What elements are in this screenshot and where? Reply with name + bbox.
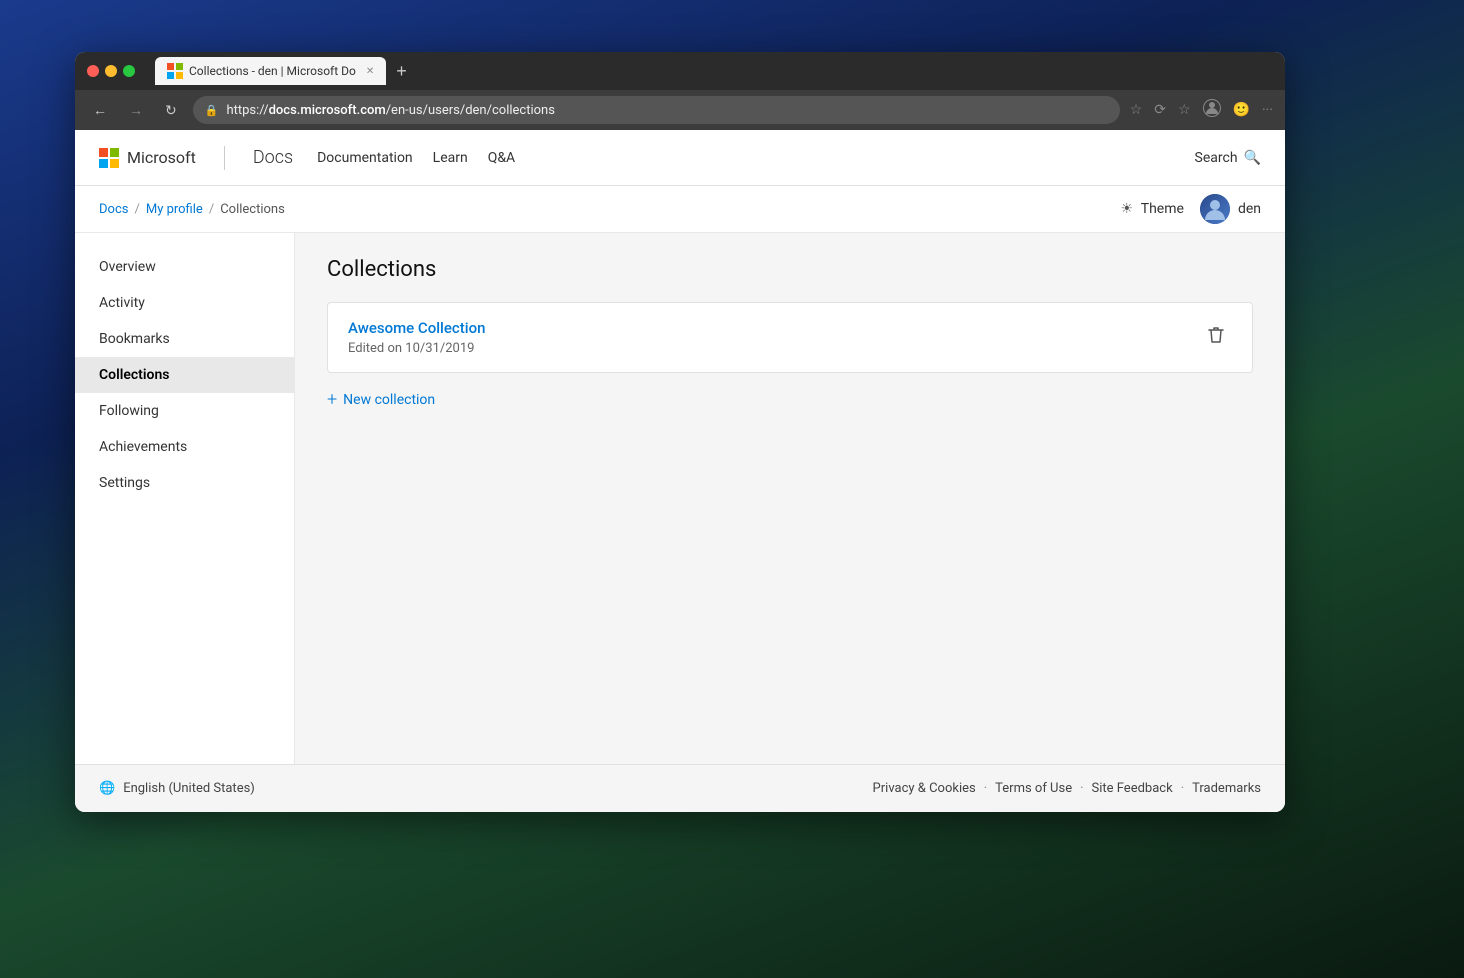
search-label: Search (1195, 150, 1238, 166)
nav-qa[interactable]: Q&A (488, 150, 515, 166)
user-section[interactable]: den (1200, 194, 1261, 224)
nav-divider (224, 146, 225, 170)
sidebar-item-overview[interactable]: Overview (75, 249, 294, 285)
footer-privacy[interactable]: Privacy & Cookies (873, 781, 976, 796)
breadcrumb-docs[interactable]: Docs (99, 202, 128, 217)
user-avatar (1200, 194, 1230, 224)
profile-icon[interactable] (1203, 99, 1221, 121)
top-nav: Microsoft Docs Documentation Learn Q&A S… (75, 130, 1285, 186)
ms-squares-icon (99, 148, 119, 168)
footer-locale: 🌐 English (United States) (99, 781, 255, 796)
sidebar-item-collections[interactable]: Collections (75, 357, 294, 393)
reload-button[interactable]: ↻ (159, 98, 183, 123)
search-button[interactable]: Search 🔍 (1195, 150, 1261, 166)
collection-card: Awesome Collection Edited on 10/31/2019 (327, 302, 1253, 373)
search-icon: 🔍 (1244, 150, 1261, 166)
sidebar: Overview Activity Bookmarks Collections … (75, 233, 295, 764)
nav-documentation[interactable]: Documentation (317, 150, 413, 166)
tab-close-icon[interactable]: ✕ (366, 66, 374, 77)
minimize-button[interactable] (105, 65, 117, 77)
page-title: Collections (327, 257, 1253, 282)
theme-button[interactable]: ☀ Theme (1119, 201, 1184, 217)
new-collection-link[interactable]: + New collection (327, 389, 1253, 410)
breadcrumb-current: Collections (220, 202, 285, 217)
breadcrumb-sep-2: / (209, 202, 214, 217)
theme-label: Theme (1141, 201, 1184, 217)
breadcrumb: Docs / My profile / Collections (99, 202, 285, 217)
sidebar-item-activity[interactable]: Activity (75, 285, 294, 321)
footer-site-feedback[interactable]: Site Feedback (1092, 781, 1173, 796)
title-bar: Collections - den | Microsoft Do ✕ + (75, 52, 1285, 90)
star-icon[interactable]: ☆ (1130, 102, 1143, 118)
page: Microsoft Docs Documentation Learn Q&A S… (75, 130, 1285, 812)
tab-favicon (167, 63, 183, 79)
nav-brand[interactable]: Docs (253, 147, 293, 168)
close-button[interactable] (87, 65, 99, 77)
collection-edited: Edited on 10/31/2019 (348, 341, 485, 356)
theme-icon: ☀ (1119, 201, 1135, 217)
sidebar-item-bookmarks[interactable]: Bookmarks (75, 321, 294, 357)
maximize-button[interactable] (123, 65, 135, 77)
breadcrumb-sep-1: / (134, 202, 139, 217)
url-text: https://docs.microsoft.com/en-us/users/d… (226, 103, 555, 118)
sidebar-item-following[interactable]: Following (75, 393, 294, 429)
breadcrumb-my-profile[interactable]: My profile (146, 202, 203, 217)
footer-terms[interactable]: Terms of Use (995, 781, 1072, 796)
back-button[interactable]: ← (87, 98, 113, 122)
globe-icon: 🌐 (99, 781, 115, 796)
footer-links: Privacy & Cookies · Terms of Use · Site … (873, 781, 1261, 796)
address-bar: ← → ↻ 🔒 https://docs.microsoft.com/en-us… (75, 90, 1285, 130)
url-bar[interactable]: 🔒 https://docs.microsoft.com/en-us/users… (193, 96, 1120, 124)
delete-collection-button[interactable] (1200, 322, 1232, 353)
collection-name[interactable]: Awesome Collection (348, 319, 485, 337)
emoji-icon[interactable]: 🙂 (1233, 102, 1250, 118)
tab-bar: Collections - den | Microsoft Do ✕ + (155, 57, 413, 85)
refresh-icon[interactable]: ⟳ (1154, 102, 1166, 118)
tab-label: Collections - den | Microsoft Do (189, 64, 356, 78)
footer: 🌐 English (United States) Privacy & Cook… (75, 764, 1285, 812)
plus-icon: + (327, 389, 337, 410)
content-area: Collections Awesome Collection Edited on… (295, 233, 1285, 764)
more-icon[interactable]: ··· (1262, 102, 1273, 118)
sidebar-item-achievements[interactable]: Achievements (75, 429, 294, 465)
traffic-lights (87, 65, 135, 77)
address-bar-icons: ☆ ⟳ ☆ 🙂 ··· (1130, 99, 1273, 121)
forward-button[interactable]: → (123, 98, 149, 122)
footer-trademarks[interactable]: Trademarks (1192, 781, 1261, 796)
locale-label: English (United States) (123, 781, 255, 796)
new-collection-label: New collection (343, 392, 435, 408)
new-tab-button[interactable]: + (390, 59, 413, 84)
user-name: den (1238, 201, 1261, 217)
nav-learn[interactable]: Learn (433, 150, 468, 166)
active-tab[interactable]: Collections - den | Microsoft Do ✕ (155, 57, 386, 85)
microsoft-label: Microsoft (127, 148, 196, 167)
collections-icon[interactable]: ☆ (1178, 102, 1191, 118)
lock-icon: 🔒 (205, 104, 219, 117)
collection-info: Awesome Collection Edited on 10/31/2019 (348, 319, 485, 356)
breadcrumb-right: ☀ Theme (1119, 194, 1261, 224)
breadcrumb-bar: Docs / My profile / Collections ☀ Theme (75, 186, 1285, 233)
microsoft-logo[interactable]: Microsoft (99, 148, 196, 168)
browser-window: Collections - den | Microsoft Do ✕ + ← →… (75, 52, 1285, 812)
nav-links: Documentation Learn Q&A (317, 150, 515, 166)
main-content: Overview Activity Bookmarks Collections … (75, 233, 1285, 764)
sidebar-item-settings[interactable]: Settings (75, 465, 294, 501)
